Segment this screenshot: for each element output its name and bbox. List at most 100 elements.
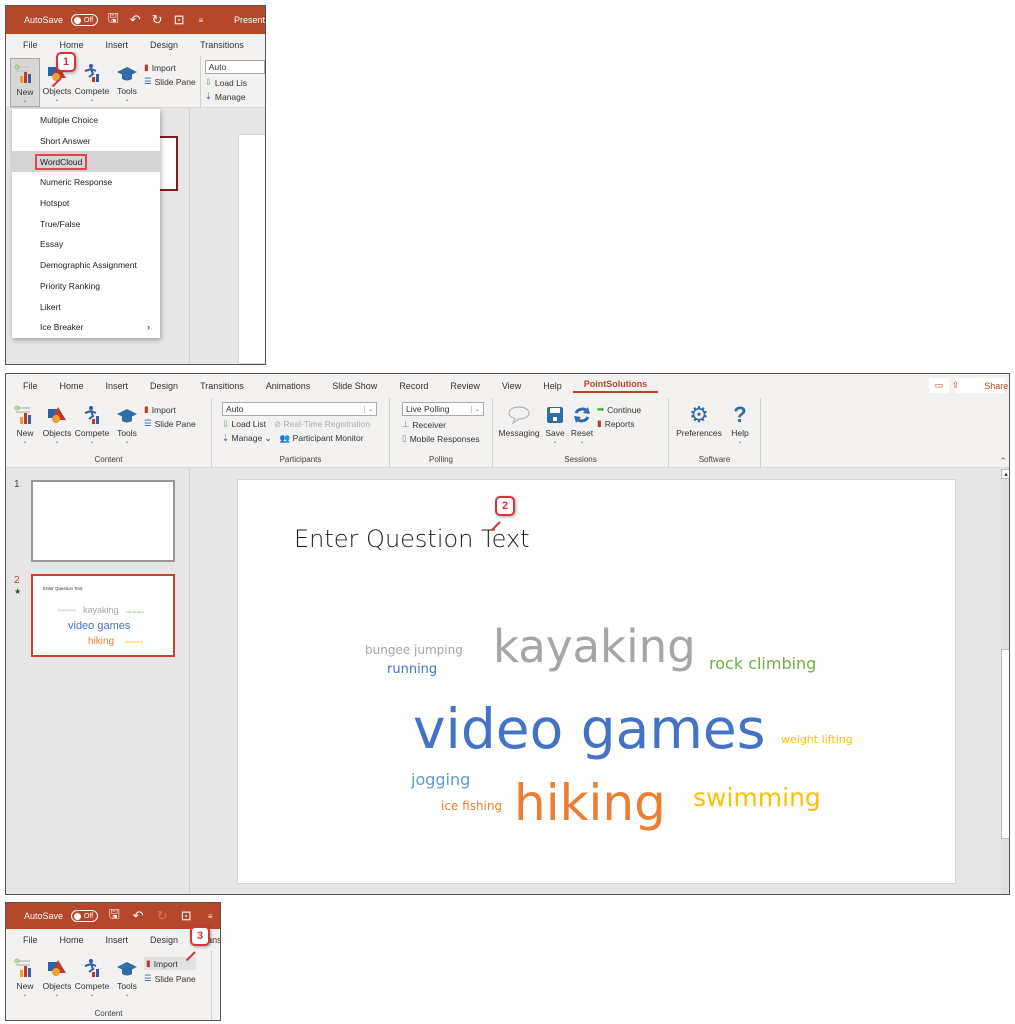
redo-icon[interactable]: ↻ (150, 12, 164, 28)
chevron-down-icon: ⌄ (470, 405, 480, 413)
load-list-button[interactable]: ⇩ Load Lis (205, 77, 265, 88)
tab-insert[interactable]: Insert (95, 935, 140, 945)
reset-button[interactable]: Reset ⌄ (569, 400, 595, 453)
tab-help[interactable]: Help (532, 381, 573, 391)
tab-pointsolutions[interactable]: PointSolutions (572, 379, 659, 393)
import-icon: ▮ (144, 404, 149, 414)
undo-icon[interactable]: ↶ (128, 12, 142, 28)
slide-pane-icon: ☰ (144, 418, 152, 428)
tab-home[interactable]: Home (49, 381, 95, 391)
tab-design[interactable]: Design (139, 935, 189, 945)
tab-insert[interactable]: Insert (95, 381, 140, 391)
continue-button[interactable]: ➡ Continue (597, 404, 641, 415)
graduation-cap-icon (116, 60, 138, 86)
present-icon[interactable]: ⊡ (172, 12, 186, 28)
slide-pane-button[interactable]: ☰ Slide Pane (144, 973, 196, 984)
menu-item-numeric-response[interactable]: Numeric Response (12, 172, 160, 193)
messaging-button[interactable]: Messaging (497, 400, 541, 453)
undo-icon[interactable]: ↶ (130, 908, 146, 924)
participant-type-combo[interactable]: Auto ⌄ (222, 402, 377, 416)
menu-item-short-answer[interactable]: Short Answer (12, 131, 160, 152)
import-button[interactable]: ▮ Import (144, 404, 196, 415)
customize-qat-icon[interactable]: ≡ (194, 16, 208, 25)
polling-mode-combo[interactable]: Live Polling ⌄ (402, 402, 484, 416)
reports-button[interactable]: ▮ Reports (597, 418, 641, 429)
scroll-up-arrow[interactable]: ▴ (1001, 469, 1009, 479)
tab-home[interactable]: Home (49, 40, 95, 50)
tools-button[interactable]: Tools ⌄ (112, 400, 142, 453)
autosave-label: AutoSave (24, 15, 64, 25)
realtime-registration-button[interactable]: ⊘ Real-Time Registration (274, 419, 370, 430)
tab-file[interactable]: File (12, 381, 49, 391)
import-button[interactable]: ▮ Import (144, 62, 196, 73)
save-session-button[interactable]: Save ⌄ (543, 400, 567, 453)
autosave-label: AutoSave (24, 911, 64, 921)
word-bungee-jumping: bungee jumping (365, 643, 463, 657)
slide-canvas[interactable]: Enter Question Text bungee jumping runni… (237, 479, 956, 884)
menu-item-multiple-choice[interactable]: Multiple Choice (12, 110, 160, 131)
receiver-button[interactable]: ⊥ Receiver (402, 419, 484, 430)
slide-pane-button[interactable]: ☰ Slide Pane (144, 418, 196, 429)
scrollbar-thumb[interactable] (1001, 649, 1009, 839)
slide-canvas-partial (238, 134, 265, 364)
tab-record[interactable]: Record (388, 381, 439, 391)
help-button[interactable]: ? Help ⌄ (727, 400, 753, 453)
manage-button[interactable]: ⇣ Manage (205, 91, 265, 102)
tools-button[interactable]: Tools ⌄ (112, 58, 142, 107)
new-button[interactable]: New ⌄ (10, 953, 40, 1007)
tab-file[interactable]: File (12, 935, 49, 945)
tab-insert[interactable]: Insert (95, 40, 140, 50)
autosave-toggle[interactable]: Off (71, 14, 99, 26)
menu-item-wordcloud[interactable]: WordCloud (12, 151, 160, 173)
new-question-icon (14, 402, 36, 428)
slide-thumbnail-1[interactable] (31, 480, 175, 562)
collapse-ribbon-icon[interactable]: ⌃ (999, 456, 1007, 467)
menu-item-true-false[interactable]: True/False (12, 213, 160, 234)
menu-item-priority-ranking[interactable]: Priority Ranking (12, 276, 160, 297)
word-jogging: jogging (411, 770, 471, 789)
save-icon[interactable]: 🖫 (106, 905, 122, 927)
menu-item-likert[interactable]: Likert (12, 296, 160, 317)
mobile-responses-button[interactable]: ▯ Mobile Responses (402, 433, 484, 444)
menu-item-ice-breaker[interactable]: Ice Breaker › (12, 317, 160, 338)
new-button[interactable]: New ⌄ (10, 400, 40, 453)
compete-button[interactable]: Compete ⌄ (74, 58, 110, 107)
customize-qat-icon[interactable]: ≡ (202, 912, 218, 921)
tab-slide-show[interactable]: Slide Show (321, 381, 388, 391)
vertical-scrollbar[interactable]: ▴ (1001, 469, 1009, 894)
tab-animations[interactable]: Animations (255, 381, 322, 391)
tab-file[interactable]: File (12, 40, 49, 50)
new-question-menu: Multiple Choice Short Answer WordCloud N… (12, 109, 160, 338)
new-question-icon (14, 61, 36, 87)
slide-pane-button[interactable]: ☰ Slide Pane (144, 76, 196, 87)
preferences-button[interactable]: ⚙ Preferences (673, 400, 725, 453)
present-from-start-icon[interactable]: ⊡ (178, 908, 194, 924)
tab-review[interactable]: Review (439, 381, 491, 391)
autosave-toggle[interactable]: Off (71, 910, 99, 922)
tab-transitions[interactable]: Transitions (189, 381, 255, 391)
save-icon[interactable]: 🖫 (106, 9, 120, 31)
redo-icon[interactable]: ↻ (154, 908, 170, 924)
tab-home[interactable]: Home (49, 935, 95, 945)
objects-button[interactable]: Objects ⌄ (42, 953, 72, 1007)
compete-button[interactable]: Compete ⌄ (74, 953, 110, 1007)
load-list-button[interactable]: ⇩ Load List (222, 419, 266, 430)
manage-button[interactable]: ⇣ Manage ⌄ (222, 433, 272, 444)
participant-type-combo[interactable]: Auto (204, 60, 265, 74)
tab-transitions[interactable]: Transitions (189, 40, 255, 50)
menu-item-hotspot[interactable]: Hotspot (12, 193, 160, 214)
tab-design[interactable]: Design (139, 381, 189, 391)
tools-button[interactable]: Tools ⌄ (112, 953, 142, 1007)
menu-item-essay[interactable]: Essay (12, 234, 160, 255)
tab-design[interactable]: Design (139, 40, 189, 50)
slide-thumbnail-2[interactable]: Enter Question Text kayaking video games… (31, 574, 175, 657)
ribbon-pointsolutions: New ⌄ Objects ⌄ Compete ⌄ Tools ⌄ ▮ Import ☰ S… (6, 398, 1009, 468)
compete-button[interactable]: Compete ⌄ (74, 400, 110, 453)
objects-button[interactable]: Objects ⌄ (42, 400, 72, 453)
menu-item-demographic-assignment[interactable]: Demographic Assignment (12, 255, 160, 276)
word-swimming: swimming (693, 783, 821, 812)
share-button[interactable]: ⇪ Share (952, 378, 1008, 393)
tab-view[interactable]: View (491, 381, 532, 391)
participant-monitor-button[interactable]: 👥 Participant Monitor (280, 433, 364, 444)
new-button[interactable]: New ⌄ (10, 58, 40, 107)
